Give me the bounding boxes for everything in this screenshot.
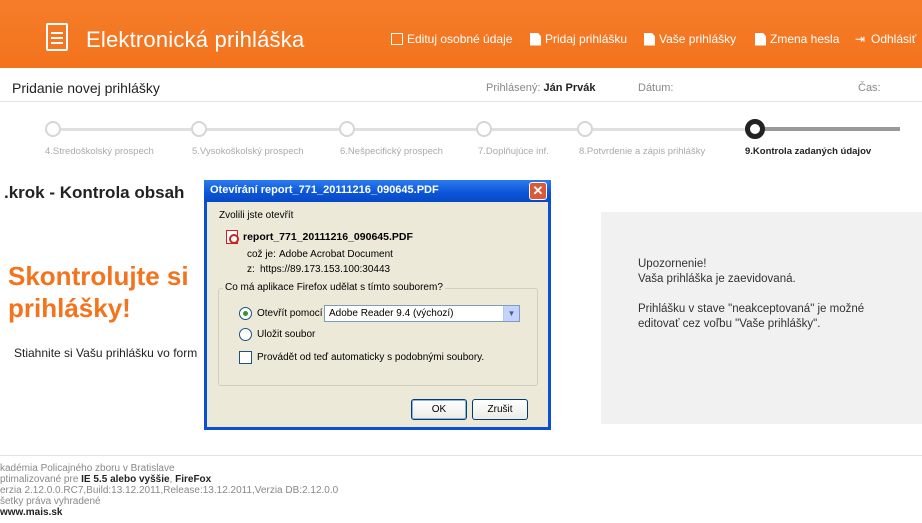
close-icon[interactable]: ✕ [529, 182, 547, 200]
notice-info-2: editovať cez voľbu "Vaše prihlášky". [638, 318, 821, 330]
logout-icon: ⇥ [855, 31, 866, 46]
footer-organization: kadémia Policajného zboru v Bratislave [0, 463, 175, 474]
action-question: Co má aplikace Firefox udělat s tímto so… [223, 282, 445, 293]
edit-icon [391, 33, 403, 45]
logged-in-info: Prihlásený: Ján Prvák [486, 82, 595, 94]
nav-change-password[interactable]: Zmena hesla [755, 32, 839, 46]
notice-info-1: Prihlášku v stave "neakceptovaná" je mož… [638, 303, 865, 315]
notice-panel: Upozornenie! Vaša prihláška je zaevidova… [601, 212, 922, 424]
footer: kadémia Policajného zboru v Bratislave p… [0, 463, 338, 518]
nav-edit-personal-data[interactable]: Edituj osobné údaje [391, 32, 512, 46]
step-dot-7[interactable] [476, 121, 492, 137]
pdf-file-icon [226, 230, 239, 244]
date-label: Dátum: [638, 82, 674, 94]
nav-add-application[interactable]: Pridaj prihlášku [530, 32, 627, 46]
logged-in-user: Ján Prvák [543, 82, 596, 94]
step-label-7[interactable]: 7.Doplňujúce inf. [478, 146, 549, 157]
nav-logout[interactable]: ⇥ Odhlásiť [855, 32, 916, 46]
nav-label: Vaše prihlášky [659, 32, 737, 46]
footer-browsers-prefix: ptimalizované pre [0, 474, 82, 485]
open-file-dialog: Otevírání report_771_20111216_090645.PDF… [204, 180, 551, 430]
step-dot-9 [745, 119, 765, 139]
step-dot-4[interactable] [45, 121, 61, 137]
footer-browser-ie: IE 5.5 alebo vyššie [81, 474, 170, 485]
dialog-source-url: https://89.173.153.100:30443 [260, 264, 391, 275]
step-dot-5[interactable] [191, 121, 207, 137]
notice-status: Vaša prihláška je zaevidovaná. [638, 273, 796, 285]
logged-in-label: Prihlásený: [486, 82, 541, 94]
dialog-titlebar[interactable]: Otevírání report_771_20111216_090645.PDF… [204, 180, 551, 202]
notice-heading: Upozornenie! [638, 258, 707, 270]
step-label-6[interactable]: 6.Nešpecifický prospech [340, 146, 443, 157]
auto-action-label[interactable]: Provádět od teď automaticky s podobnými … [257, 352, 484, 363]
step-label-5[interactable]: 5.Vysokoškolský prospech [192, 146, 304, 157]
step-label-4[interactable]: 4.Stredoškolský prospech [45, 146, 154, 157]
app-title: Elektronická prihláška [86, 27, 305, 52]
auto-action-checkbox[interactable] [239, 351, 252, 364]
footer-divider [0, 455, 922, 456]
footer-website-link[interactable]: www.mais.sk [0, 507, 338, 518]
nav-your-applications[interactable]: Vaše prihlášky [644, 32, 736, 46]
footer-browsers: ptimalizované pre IE 5.5 alebo vyššie, F… [0, 474, 338, 485]
documents-icon [644, 32, 655, 46]
add-document-icon [530, 32, 541, 46]
page-title: Pridanie novej prihlášky [12, 80, 160, 96]
headline-line-2: prihlášky! [8, 293, 131, 323]
footer-browser-firefox: FireFox [175, 474, 212, 485]
dialog-intro: Zvolili jste otevřít [219, 210, 294, 221]
save-file-label[interactable]: Uložit soubor [257, 329, 315, 340]
open-with-radio[interactable] [239, 307, 252, 320]
footer-rights: šetky práva vyhradené [0, 496, 101, 507]
headline-line-1: Skontrolujte si [8, 261, 189, 291]
chevron-down-icon[interactable]: ▼ [503, 306, 519, 321]
headline: Skontrolujte si prihlášky! [8, 260, 189, 324]
dialog-filename: report_771_20111216_090645.PDF [243, 231, 413, 243]
step-dot-6[interactable] [339, 121, 355, 137]
step-dot-8[interactable] [577, 121, 593, 137]
open-with-label[interactable]: Otevřít pomocí [257, 308, 323, 319]
save-file-radio[interactable] [239, 328, 252, 341]
download-instruction: Stiahnite si Vašu prihlášku vo form [14, 346, 198, 360]
dialog-title: Otevírání report_771_20111216_090645.PDF [210, 184, 439, 196]
dialog-source-label: z: [247, 264, 255, 275]
password-icon [755, 32, 766, 46]
subheader: Pridanie novej prihlášky Prihlásený: Ján… [0, 72, 922, 102]
dialog-file-type: Adobe Acrobat Document [279, 249, 393, 260]
step-label-9: 9.Kontrola zadaných údajov [745, 146, 872, 157]
open-with-app-value: Adobe Reader 9.4 (výchozí) [329, 308, 454, 319]
step-label-8[interactable]: 8.Potvrdenie a zápis prihlášky [579, 146, 705, 157]
dialog-file-type-label: což je: [247, 249, 276, 260]
nav-label: Pridaj prihlášku [545, 32, 628, 46]
open-with-app-select[interactable]: Adobe Reader 9.4 (výchozí) ▼ [324, 305, 520, 322]
step-progress-current [755, 127, 900, 131]
cancel-button[interactable]: Zrušit [472, 399, 528, 420]
application-form-icon [46, 23, 68, 51]
footer-version: erzia 2.12.0.0.RC7,Build:13.12.2011,Rele… [0, 485, 339, 496]
browser-page: Elektronická prihláška Edituj osobné úda… [0, 0, 922, 523]
notice-text: Upozornenie! Vaša prihláška je zaevidova… [638, 257, 864, 332]
nav-label: Zmena hesla [770, 32, 840, 46]
time-label: Čas: [858, 82, 881, 94]
nav-label: Odhlásiť [871, 32, 917, 46]
ok-button[interactable]: OK [411, 399, 467, 420]
app-header: Elektronická prihláška Edituj osobné úda… [0, 0, 922, 68]
nav-label: Edituj osobné údaje [407, 32, 513, 46]
step-title: .krok - Kontrola obsah [4, 183, 185, 202]
